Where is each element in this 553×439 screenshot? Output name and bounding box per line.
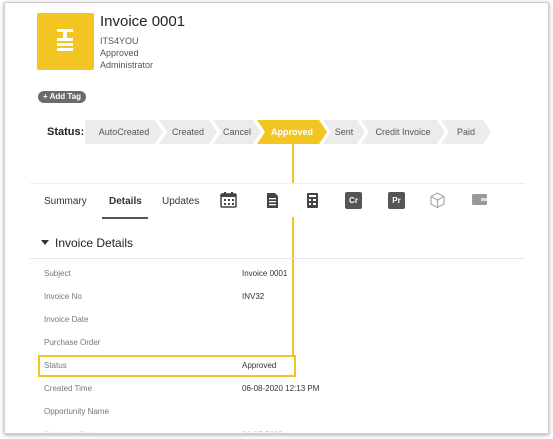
status-stage-credit-invoice[interactable]: Credit Invoice (361, 120, 445, 144)
cr-icon[interactable]: Cr (345, 192, 362, 209)
status-label: Status: (47, 126, 85, 138)
field-value[interactable]: 06-08-2020 12:13 PM (242, 384, 319, 393)
status-stage-created[interactable]: Created (159, 120, 217, 144)
field-label: Purchase Order (44, 338, 101, 347)
status-stage-label: Sent (334, 127, 354, 137)
status-stage-cancel[interactable]: Cancel (213, 120, 261, 144)
field-label: Invoice Date (44, 315, 89, 324)
spreadsheet-icon[interactable] (306, 192, 319, 214)
record-owner[interactable]: Administrator (100, 60, 153, 70)
status-stage-autocreated[interactable]: AutoCreated (85, 120, 163, 144)
status-stage-label: Approved (270, 127, 313, 137)
field-value[interactable]: Invoice 0001 (242, 269, 287, 278)
status-stage-approved[interactable]: Approved (257, 120, 327, 144)
tab-details[interactable]: Details (109, 196, 142, 207)
tab-summary[interactable]: Summary (44, 196, 87, 207)
status-stage-label: Credit Invoice (375, 127, 431, 137)
document-icon[interactable] (266, 192, 279, 214)
record-detail-window: Invoice 0001 ITS4YOU Approved Administra… (4, 2, 549, 434)
field-label: Subject (44, 269, 71, 278)
bottom-fade (5, 423, 548, 433)
pr-icon[interactable]: Pr (388, 192, 405, 209)
wallet-icon[interactable] (471, 192, 488, 212)
field-label: Created Time (44, 384, 93, 393)
record-title: Invoice 0001 (100, 13, 186, 30)
active-tab-indicator (102, 217, 148, 219)
invoice-details-section-header[interactable]: Invoice Details (30, 227, 525, 259)
status-stage-label: Created (171, 127, 205, 137)
product-box-icon[interactable] (429, 192, 446, 214)
invoice-icon (37, 13, 94, 70)
status-stage-label: Cancel (222, 127, 251, 137)
status-stage-label: AutoCreated (98, 127, 150, 137)
status-stage-sent[interactable]: Sent (323, 120, 365, 144)
tab-updates[interactable]: Updates (162, 196, 199, 207)
field-value[interactable]: INV32 (242, 292, 264, 301)
tab-bar: Summary Details Updates Cr Pr (30, 183, 525, 219)
field-label: Invoice No (44, 292, 82, 301)
calendar-icon[interactable] (220, 192, 237, 213)
status-stage-label: Paid (456, 127, 475, 137)
add-tag-button[interactable]: + Add Tag (38, 91, 86, 103)
record-status: Approved (100, 48, 139, 58)
field-label: Opportunity Name (44, 407, 109, 416)
section-title: Invoice Details (55, 236, 134, 250)
record-organization[interactable]: ITS4YOU (100, 36, 139, 46)
status-progress-bar: AutoCreated Created Cancel Approved Sent Cred… (85, 120, 525, 144)
caret-down-icon[interactable] (41, 240, 49, 245)
status-stage-paid[interactable]: Paid (441, 120, 491, 144)
status-field-highlight (38, 355, 296, 377)
